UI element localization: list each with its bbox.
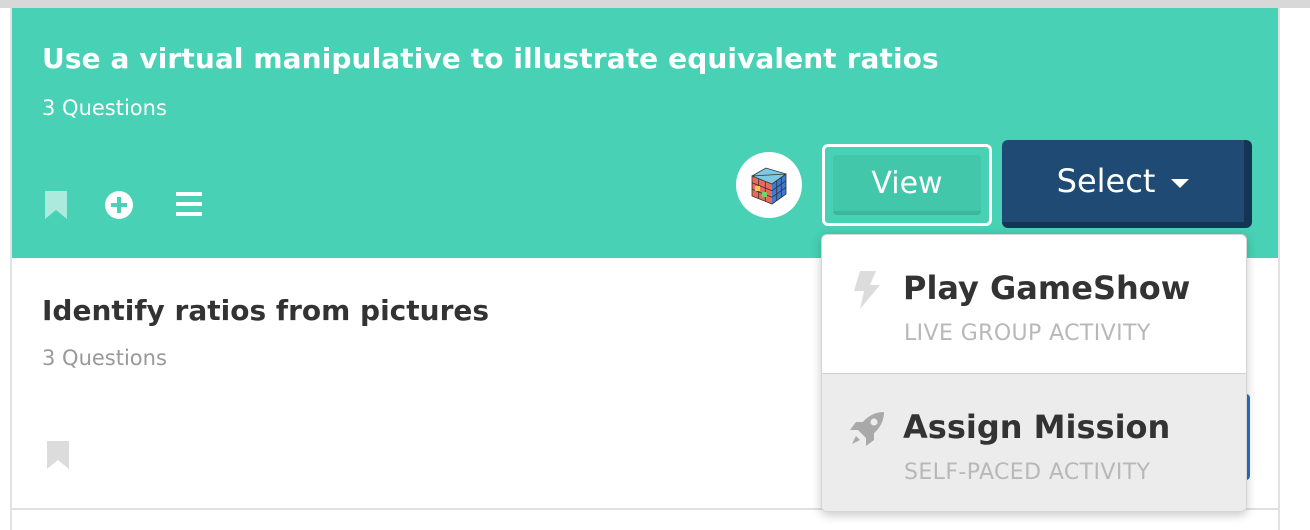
question-count: 3 Questions	[42, 96, 167, 120]
lesson-title[interactable]: Use a virtual manipulative to illustrate…	[42, 42, 939, 75]
menu-item-label: Assign Mission	[903, 408, 1171, 446]
menu-item-play-gameshow[interactable]: Play GameShow LIVE GROUP ACTIVITY	[822, 235, 1246, 373]
top-divider	[0, 0, 1310, 8]
menu-item-label: Play GameShow	[903, 269, 1191, 307]
menu-item-subtitle: LIVE GROUP ACTIVITY	[904, 321, 1151, 346]
question-count: 3 Questions	[42, 346, 167, 370]
select-label: Select	[1056, 162, 1156, 200]
menu-item-assign-mission[interactable]: Assign Mission SELF-PACED ACTIVITY	[822, 374, 1246, 511]
menu-item-subtitle: SELF-PACED ACTIVITY	[904, 460, 1151, 485]
plus-circle-icon[interactable]	[104, 190, 134, 220]
bookmark-icon[interactable]	[46, 440, 70, 470]
caret-down-icon	[1171, 178, 1190, 188]
select-dropdown-menu: Play GameShow LIVE GROUP ACTIVITY Assign…	[821, 234, 1247, 512]
view-label: View	[871, 165, 943, 201]
view-button[interactable]: View	[822, 144, 992, 226]
lesson-title[interactable]: Identify ratios from pictures	[42, 294, 489, 327]
lightning-icon	[854, 271, 880, 309]
bookmark-icon[interactable]	[44, 190, 68, 220]
menu-icon[interactable]	[176, 192, 202, 216]
select-dropdown-button[interactable]: Select	[1002, 140, 1252, 228]
manipulative-cube-icon	[736, 152, 802, 218]
list-border-right	[1278, 8, 1280, 530]
rocket-icon	[850, 412, 884, 446]
